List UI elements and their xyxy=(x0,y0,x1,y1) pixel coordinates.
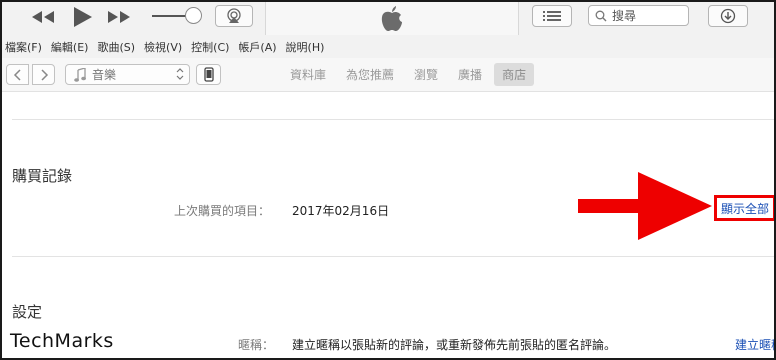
device-button[interactable] xyxy=(196,64,221,85)
menu-item-view[interactable]: 檢視(V) xyxy=(144,39,182,55)
menu-item-file[interactable]: 檔案(F) xyxy=(5,39,42,55)
phone-icon xyxy=(203,67,214,82)
airplay-icon xyxy=(227,8,241,23)
settings-title: 設定 xyxy=(12,303,43,321)
menu-item-help[interactable]: 說明(H) xyxy=(286,39,325,55)
play-icon xyxy=(74,7,92,27)
section-divider xyxy=(12,119,774,120)
tab-store[interactable]: 商店 xyxy=(494,63,535,86)
nickname-description: 建立暱稱以張貼新的評論，或重新發佈先前張貼的匿名評論。 xyxy=(292,338,617,352)
chevron-up-down-icon xyxy=(176,68,184,80)
download-button[interactable] xyxy=(708,5,748,27)
music-note-icon xyxy=(74,67,86,82)
volume-slider-knob[interactable] xyxy=(185,7,202,24)
techmarks-watermark: TechMarks xyxy=(10,330,114,352)
store-tabs: 資料庫 為您推薦 瀏覽 廣播 商店 xyxy=(282,63,538,86)
menu-item-edit[interactable]: 編輯(E) xyxy=(51,39,89,55)
search-input[interactable]: 搜尋 xyxy=(588,5,689,26)
menu-item-controls[interactable]: 控制(C) xyxy=(191,39,229,55)
show-all-purchases-link[interactable]: 顯示全部 xyxy=(714,195,774,221)
tab-for-you[interactable]: 為您推薦 xyxy=(338,63,402,86)
play-button[interactable] xyxy=(68,6,96,28)
tab-radio[interactable]: 廣播 xyxy=(450,63,490,86)
menu-item-song[interactable]: 歌曲(S) xyxy=(97,39,135,55)
now-playing-display xyxy=(265,2,519,35)
navigation-bar: 音樂 資料庫 為您推薦 瀏覽 廣播 商店 xyxy=(2,58,774,92)
create-nickname-link[interactable]: 建立暱稱 xyxy=(735,336,774,353)
rewind-button[interactable] xyxy=(30,6,56,28)
list-view-icon xyxy=(543,11,561,21)
itunes-window: 搜尋 檔案(F) 編輯(E) 歌曲(S) 檢視(V) 控制(C) 帳戶(A) 說… xyxy=(0,0,776,360)
last-purchase-date: 2017年02月16日 xyxy=(292,204,390,218)
apple-logo xyxy=(381,5,402,31)
last-purchase-label: 上次購買的項目： xyxy=(174,204,271,218)
fast-forward-button[interactable] xyxy=(106,6,132,28)
section-divider xyxy=(12,256,774,257)
menu-bar: 檔案(F) 編輯(E) 歌曲(S) 檢視(V) 控制(C) 帳戶(A) 說明(H… xyxy=(2,36,774,58)
tab-browse[interactable]: 瀏覽 xyxy=(406,63,446,86)
chevron-left-icon xyxy=(13,68,21,81)
list-view-button[interactable] xyxy=(532,5,572,27)
purchase-history-title: 購買記錄 xyxy=(12,167,73,185)
tab-library[interactable]: 資料庫 xyxy=(282,63,334,86)
rewind-icon xyxy=(32,11,54,23)
search-placeholder: 搜尋 xyxy=(612,9,637,23)
download-icon xyxy=(720,8,736,24)
chevron-right-icon xyxy=(40,68,48,81)
search-icon xyxy=(595,10,607,21)
back-button[interactable] xyxy=(6,64,29,85)
nickname-label: 暱稱： xyxy=(238,338,275,352)
forward-button[interactable] xyxy=(32,64,55,85)
red-arrow-annotation xyxy=(578,172,712,240)
airplay-button[interactable] xyxy=(215,5,253,27)
playback-toolbar: 搜尋 xyxy=(2,2,774,36)
media-type-selector[interactable]: 音樂 xyxy=(65,64,190,85)
media-type-label: 音樂 xyxy=(92,68,117,82)
menu-item-account[interactable]: 帳戶(A) xyxy=(238,39,276,55)
fast-forward-icon xyxy=(108,11,130,23)
